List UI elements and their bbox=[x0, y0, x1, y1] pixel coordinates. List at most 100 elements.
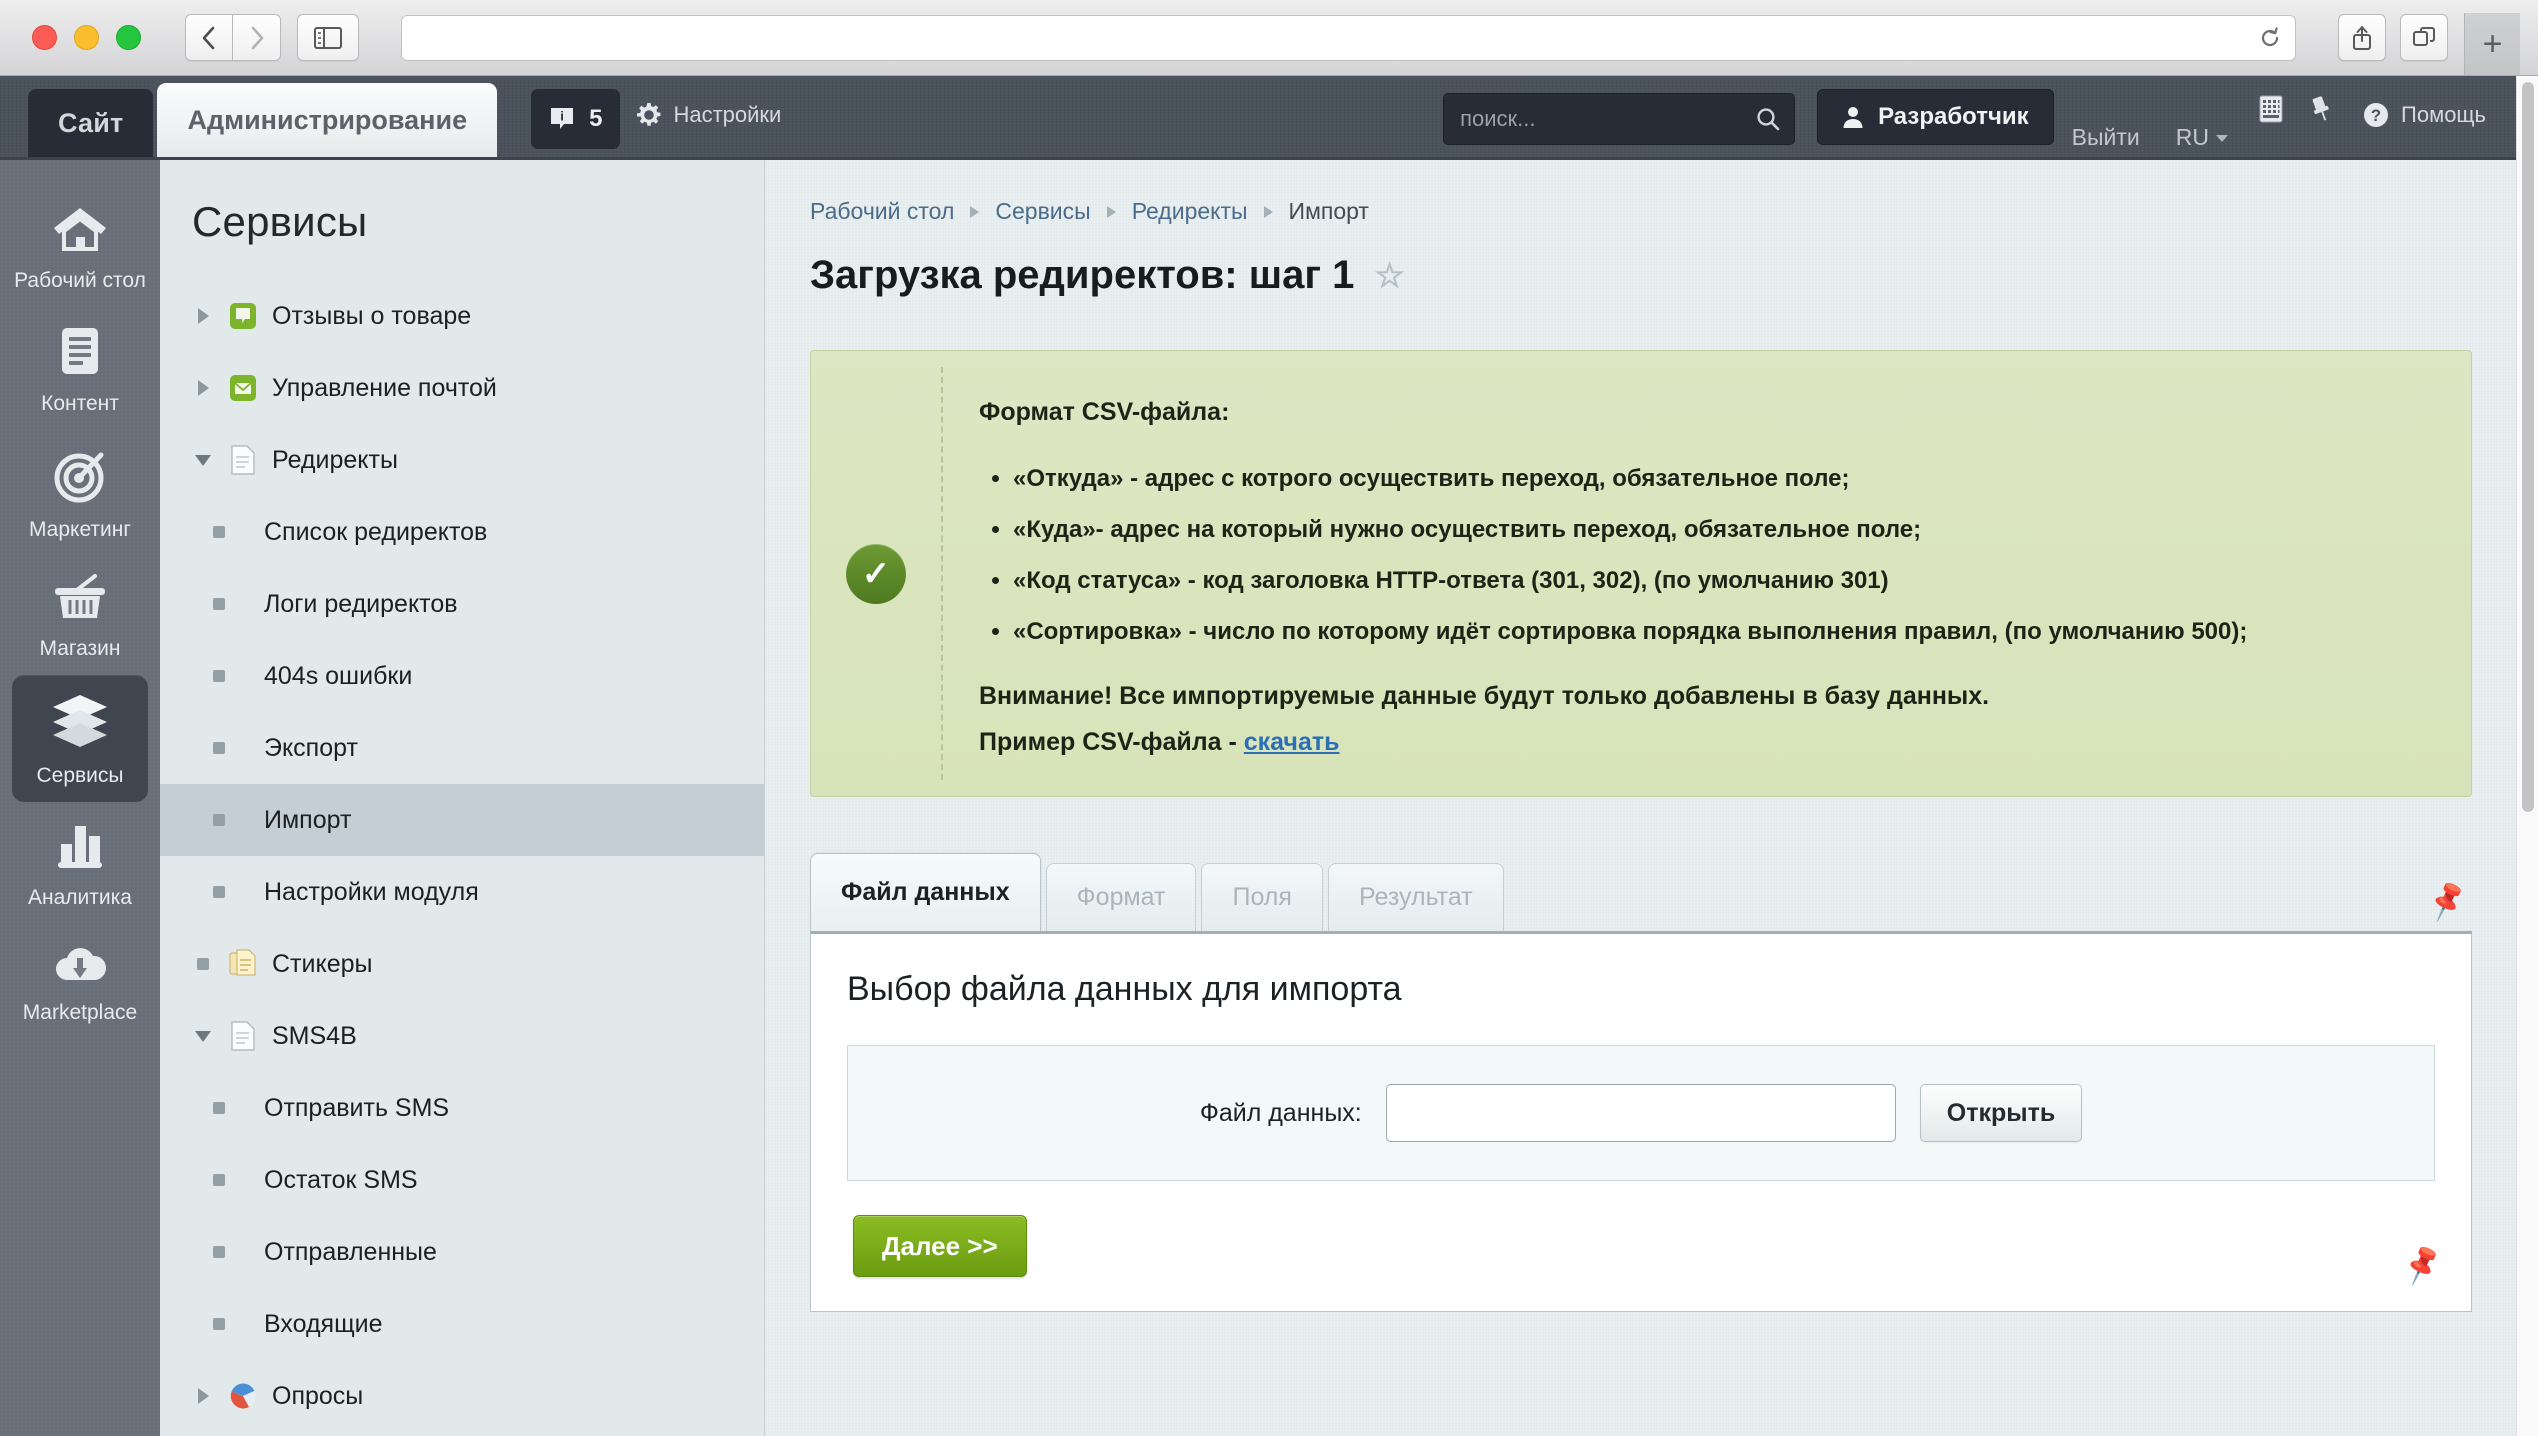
address-bar[interactable] bbox=[401, 15, 2296, 61]
chevron-right-icon[interactable] bbox=[192, 308, 214, 324]
file-path-input[interactable] bbox=[1386, 1084, 1896, 1142]
note-bullet: «Код статуса» - код заголовка HTTP-ответ… bbox=[1013, 562, 2247, 599]
keyboard-icon bbox=[2258, 94, 2284, 124]
submenu-item-sent[interactable]: Отправленные bbox=[160, 1216, 764, 1288]
bullet-icon bbox=[204, 1246, 234, 1258]
settings-menu-item[interactable]: Настройки bbox=[620, 76, 797, 157]
submenu-item-import[interactable]: Импорт bbox=[160, 784, 764, 856]
star-icon[interactable]: ☆ bbox=[1374, 256, 1404, 296]
submenu-item-label: Стикеры bbox=[272, 950, 372, 979]
submenu-item-stickers[interactable]: Стикеры bbox=[160, 928, 764, 1000]
show-tabs-button[interactable] bbox=[2400, 14, 2448, 61]
toggle-sidebar-button[interactable] bbox=[297, 14, 359, 61]
submenu-item-inbox[interactable]: Входящие bbox=[160, 1288, 764, 1360]
breadcrumb-item-desktop[interactable]: Рабочий стол bbox=[810, 198, 954, 225]
rail-item-desktop[interactable]: Рабочий стол bbox=[0, 186, 160, 307]
user-menu-button[interactable]: Разработчик bbox=[1817, 89, 2054, 145]
language-selector[interactable]: RU bbox=[2158, 124, 2246, 151]
submenu-item-label: Логи редиректов bbox=[264, 590, 458, 619]
chevron-right-icon[interactable] bbox=[192, 1388, 214, 1404]
submenu-item-mail-management[interactable]: Управление почтой bbox=[160, 352, 764, 424]
document-icon bbox=[55, 325, 105, 383]
language-label: RU bbox=[2176, 124, 2209, 150]
submenu-item-label: SMS4B bbox=[272, 1022, 357, 1051]
keyboard-button[interactable] bbox=[2246, 76, 2296, 151]
open-file-button[interactable]: Открыть bbox=[1920, 1084, 2082, 1142]
forward-button[interactable] bbox=[233, 14, 281, 61]
download-sample-link[interactable]: скачать bbox=[1244, 728, 1340, 756]
rail-item-analytics[interactable]: Аналитика bbox=[0, 802, 160, 923]
panel-heading: Выбор файла данных для импорта bbox=[811, 934, 2471, 1009]
submenu-item-label: Экспорт bbox=[264, 734, 358, 763]
rail-item-content[interactable]: Контент bbox=[0, 307, 160, 430]
submenu-item-sms-balance[interactable]: Остаток SMS bbox=[160, 1144, 764, 1216]
reload-icon[interactable] bbox=[2259, 27, 2281, 49]
question-circle-icon: ? bbox=[2362, 101, 2390, 129]
bullet-icon bbox=[204, 1102, 234, 1114]
chevron-down-icon[interactable] bbox=[192, 455, 214, 466]
settings-label: Настройки bbox=[673, 102, 781, 128]
search-input[interactable] bbox=[1443, 93, 1795, 145]
search-icon[interactable] bbox=[1755, 106, 1781, 137]
logout-link[interactable]: Выйти bbox=[2054, 124, 2158, 151]
submenu-item-label: Управление почтой bbox=[272, 374, 497, 403]
page-scrollbar[interactable] bbox=[2516, 76, 2538, 1436]
chevron-down-icon[interactable] bbox=[192, 1031, 214, 1042]
bullet-icon bbox=[204, 1318, 234, 1330]
pin-panel-button[interactable] bbox=[2296, 76, 2346, 151]
breadcrumb-separator-icon bbox=[1107, 206, 1116, 218]
submenu-item-product-reviews[interactable]: Отзывы о товаре bbox=[160, 280, 764, 352]
submenu-item-module-settings[interactable]: Настройки модуля bbox=[160, 856, 764, 928]
rail-item-shop[interactable]: Магазин bbox=[0, 556, 160, 675]
submenu-item-redirect-logs[interactable]: Логи редиректов bbox=[160, 568, 764, 640]
bullet-icon bbox=[192, 958, 214, 970]
rail-item-marketing[interactable]: Маркетинг bbox=[0, 431, 160, 556]
browser-window: + Сайт Администрирование i 5 bbox=[0, 0, 2538, 1436]
back-button[interactable] bbox=[185, 14, 233, 61]
submenu-item-label: Настройки модуля bbox=[264, 878, 479, 907]
minimize-window-button[interactable] bbox=[74, 25, 99, 50]
breadcrumb-item-redirects[interactable]: Редиректы bbox=[1132, 198, 1248, 225]
notifications-counter[interactable]: i 5 bbox=[531, 89, 620, 149]
breadcrumb-separator-icon bbox=[970, 206, 979, 218]
chevron-right-icon[interactable] bbox=[192, 380, 214, 396]
submenu-item-redirect-list[interactable]: Список редиректов bbox=[160, 496, 764, 568]
url-input[interactable] bbox=[402, 16, 2295, 60]
close-window-button[interactable] bbox=[32, 25, 57, 50]
rail-item-marketplace[interactable]: Marketplace bbox=[0, 924, 160, 1039]
note-bullet: «Куда»- адрес на который нужно осуществи… bbox=[1013, 511, 2247, 548]
tab-result[interactable]: Результат bbox=[1328, 863, 1504, 931]
submenu-item-404-errors[interactable]: 404s ошибки bbox=[160, 640, 764, 712]
tab-data-file[interactable]: Файл данных bbox=[810, 853, 1041, 931]
new-tab-button[interactable]: + bbox=[2464, 13, 2520, 75]
tab-fields[interactable]: Поля bbox=[1201, 863, 1322, 931]
maximize-window-button[interactable] bbox=[116, 25, 141, 50]
submenu-item-label: Отправленные bbox=[264, 1238, 437, 1267]
note-bullet-list: «Откуда» - адрес с котрого осуществить п… bbox=[1013, 460, 2247, 651]
tab-administration[interactable]: Администрирование bbox=[157, 83, 497, 157]
submenu-item-export[interactable]: Экспорт bbox=[160, 712, 764, 784]
page-title-text: Загрузка редиректов: шаг 1 bbox=[810, 253, 1354, 298]
services-submenu: Сервисы Отзывы о товаре Управление почто… bbox=[160, 160, 765, 1436]
pin-icon[interactable]: 📌 bbox=[2424, 879, 2471, 925]
admin-search[interactable] bbox=[1443, 93, 1795, 145]
submenu-item-label: Импорт bbox=[264, 806, 351, 835]
page-scrollbar-thumb[interactable] bbox=[2522, 82, 2534, 812]
note-bullet: «Откуда» - адрес с котрого осуществить п… bbox=[1013, 460, 2247, 497]
csv-format-note: ✓ Формат CSV-файла: «Откуда» - адрес с к… bbox=[810, 350, 2472, 797]
submenu-item-sms4b[interactable]: SMS4B bbox=[160, 1000, 764, 1072]
page-icon bbox=[228, 445, 258, 475]
help-menu-item[interactable]: ? Помощь bbox=[2346, 76, 2516, 157]
note-example-prefix: Пример CSV-файла - bbox=[979, 728, 1244, 756]
submenu-item-send-sms[interactable]: Отправить SMS bbox=[160, 1072, 764, 1144]
next-step-button[interactable]: Далее >> bbox=[853, 1215, 1027, 1277]
rail-item-services[interactable]: Сервисы bbox=[12, 675, 148, 802]
tabs-overview-icon bbox=[2412, 26, 2436, 50]
site-button[interactable]: Сайт bbox=[28, 89, 153, 157]
share-button[interactable] bbox=[2338, 14, 2386, 61]
breadcrumb-item-services[interactable]: Сервисы bbox=[995, 198, 1090, 225]
submenu-item-redirects[interactable]: Редиректы bbox=[160, 424, 764, 496]
file-field-row: Файл данных: Открыть bbox=[847, 1045, 2435, 1181]
submenu-item-polls[interactable]: Опросы bbox=[160, 1360, 764, 1432]
tab-format[interactable]: Формат bbox=[1046, 863, 1197, 931]
